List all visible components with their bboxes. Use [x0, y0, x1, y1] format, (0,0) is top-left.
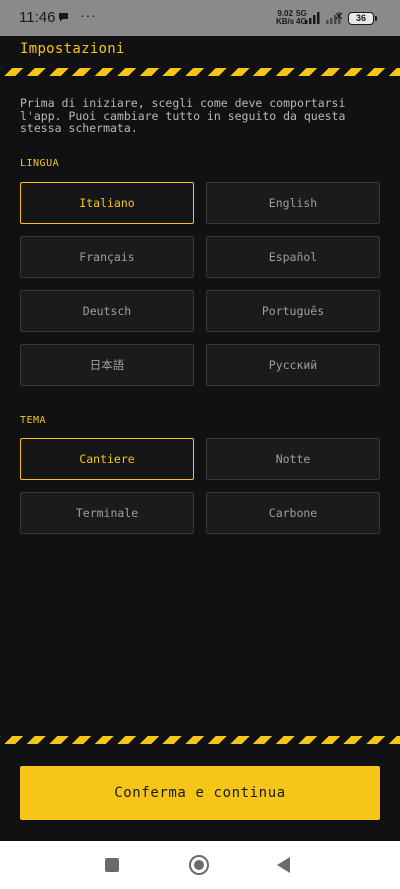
- language-option-japanese[interactable]: 日本語: [20, 344, 194, 386]
- chat-bubble-icon: [59, 13, 68, 22]
- signal-strength-secondary-icon: [326, 12, 343, 24]
- theme-option-notte[interactable]: Notte: [206, 438, 380, 480]
- intro-text: Prima di iniziare, scegli come deve comp…: [20, 96, 346, 135]
- status-bar: 11:46 ··· 9.02 KB/s 5G 4G 36: [0, 0, 400, 36]
- theme-option-carbone[interactable]: Carbone: [206, 492, 380, 534]
- battery-icon: 36: [348, 12, 377, 25]
- hazard-stripe-divider: [0, 68, 400, 76]
- more-notifications-icon: ···: [80, 7, 97, 23]
- confirm-continue-button[interactable]: Conferma e continua: [20, 766, 380, 820]
- language-section-label: LINGUA: [20, 158, 60, 169]
- theme-option-terminale[interactable]: Terminale: [20, 492, 194, 534]
- language-option-espanol[interactable]: Español: [206, 236, 380, 278]
- theme-option-cantiere[interactable]: Cantiere: [20, 438, 194, 480]
- status-time: 11:46: [19, 9, 56, 26]
- home-icon[interactable]: [189, 855, 209, 875]
- theme-section-label: TEMA: [20, 415, 47, 426]
- hazard-stripe-divider-bottom: [0, 736, 400, 744]
- language-option-portugues[interactable]: Português: [206, 290, 380, 332]
- back-icon[interactable]: [277, 857, 290, 873]
- recent-apps-icon[interactable]: [105, 858, 119, 872]
- language-option-francais[interactable]: Français: [20, 236, 194, 278]
- language-option-english[interactable]: English: [206, 182, 380, 224]
- network-speed: 9.02 KB/s: [276, 9, 295, 26]
- system-navigation-bar: [0, 841, 400, 889]
- page-title: Impostazioni: [20, 41, 125, 57]
- signal-strength-icon: [305, 12, 320, 24]
- language-option-deutsch[interactable]: Deutsch: [20, 290, 194, 332]
- language-option-italiano[interactable]: Italiano: [20, 182, 194, 224]
- language-option-russian[interactable]: Русский: [206, 344, 380, 386]
